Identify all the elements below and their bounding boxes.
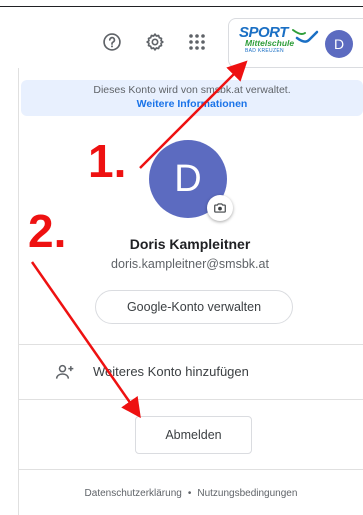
step-2-label: 2. [28,205,67,257]
annotation-arrows [30,60,248,419]
step-1-label: 1. [88,135,127,187]
google-account-menu-screen: SPORT Mittelschule BAD KREUZEN D Dieses … [0,0,363,515]
arrow-step1 [139,60,248,169]
arrow-step2 [30,261,141,419]
